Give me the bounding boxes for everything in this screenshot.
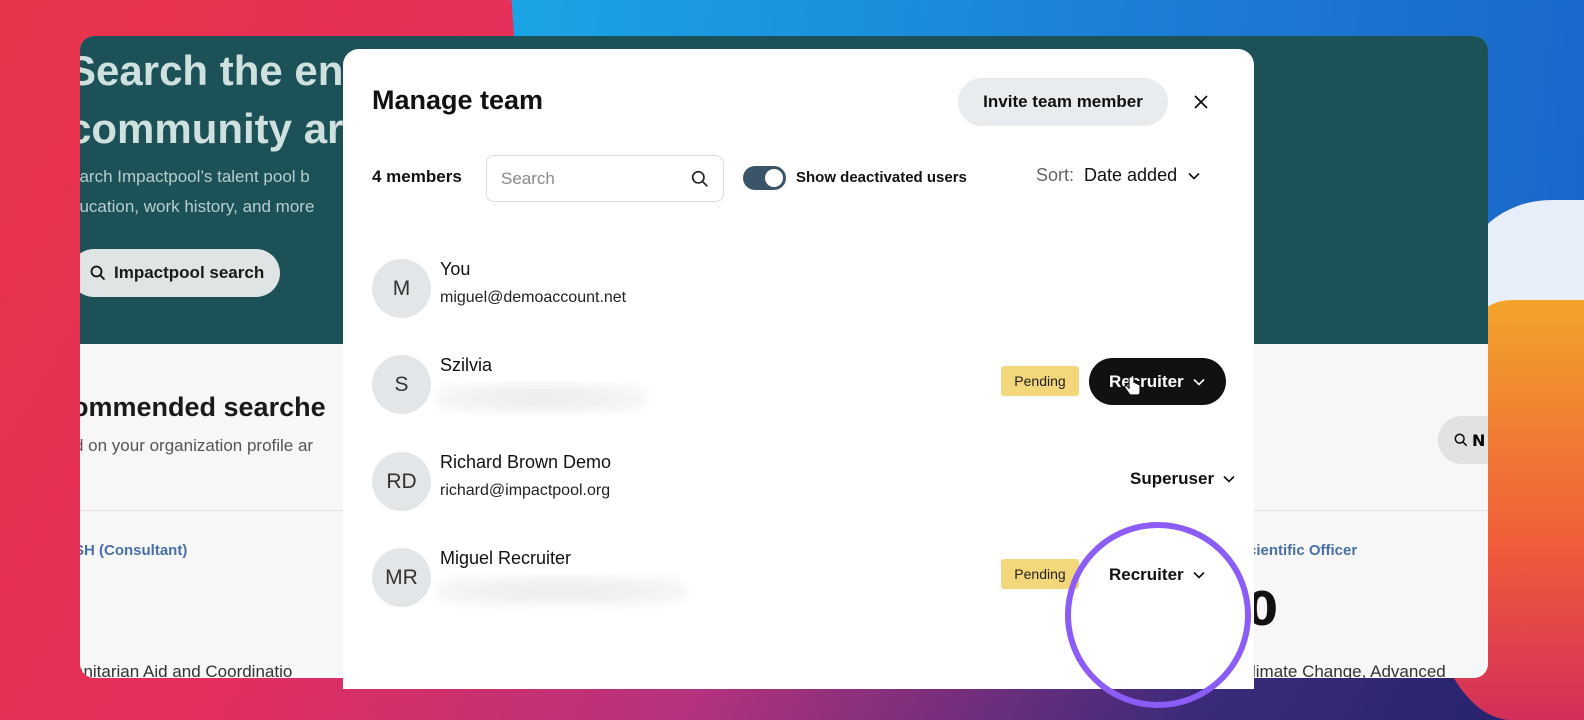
impactpool-search-label: Impactpool search bbox=[114, 263, 265, 282]
manage-team-modal: Manage team Invite team member 4 members… bbox=[343, 49, 1254, 689]
avatar: RD bbox=[372, 452, 431, 511]
role-label: Recruiter bbox=[1109, 564, 1184, 584]
avatar: M bbox=[372, 259, 431, 318]
member-email: miguel@demoaccount.net bbox=[440, 289, 627, 306]
hand-cursor-icon bbox=[1124, 375, 1141, 396]
invite-team-member-button[interactable]: Invite team member bbox=[958, 78, 1168, 126]
show-deactivated-label: Show deactivated users bbox=[796, 169, 967, 186]
chevron-down-icon bbox=[1223, 475, 1235, 483]
search-icon bbox=[1454, 433, 1468, 447]
role-label: Superuser bbox=[1130, 468, 1215, 488]
member-name: Richard Brown Demo bbox=[440, 452, 612, 472]
search-field[interactable] bbox=[486, 155, 724, 202]
show-deactivated-toggle[interactable] bbox=[743, 166, 786, 190]
toggle-knob bbox=[765, 169, 783, 187]
role-label: Recruiter bbox=[1109, 371, 1184, 391]
recommended-search-pill-label: N bbox=[1472, 430, 1486, 450]
sort-label: Sort: bbox=[1036, 165, 1075, 185]
avatar: S bbox=[372, 355, 431, 414]
sort-dropdown[interactable]: Sort: Date added bbox=[1036, 165, 1201, 186]
chevron-down-icon bbox=[1193, 378, 1205, 386]
search-icon bbox=[691, 170, 708, 187]
role-dropdown-button[interactable]: Recruiter bbox=[1089, 551, 1226, 598]
member-name: Miguel Recruiter bbox=[440, 548, 572, 568]
card-tag-left: SH (Consultant) bbox=[80, 542, 188, 559]
role-dropdown-button[interactable]: Recruiter bbox=[1089, 358, 1226, 405]
pending-badge: Pending bbox=[1001, 366, 1079, 396]
close-button[interactable] bbox=[1186, 87, 1216, 117]
blurred-email bbox=[436, 576, 686, 606]
modal-title: Manage team bbox=[372, 85, 544, 115]
recommended-searches-title: ommended searche bbox=[80, 392, 326, 422]
card-footer-left: anitarian Aid and Coordinatio bbox=[80, 662, 293, 678]
close-icon bbox=[1194, 95, 1208, 109]
role-dropdown-button[interactable]: Superuser bbox=[1110, 455, 1256, 502]
blurred-email bbox=[436, 383, 646, 413]
search-icon bbox=[90, 265, 106, 281]
members-count: 4 members bbox=[372, 167, 462, 186]
member-row: M You miguel@demoaccount.net bbox=[372, 259, 1228, 319]
card-tag-right: cientific Officer bbox=[1248, 542, 1358, 559]
chevron-down-icon bbox=[1193, 571, 1205, 579]
chevron-down-icon bbox=[1188, 172, 1200, 180]
member-row: MR Miguel Recruiter Pending Recruiter bbox=[372, 548, 1228, 608]
member-row: S Szilvia Pending Recruiter bbox=[372, 355, 1228, 415]
member-row: RD Richard Brown Demo richard@impactpool… bbox=[372, 452, 1235, 512]
recommended-searches-subtitle: d on your organization profile ar bbox=[80, 436, 314, 455]
member-name: You bbox=[440, 259, 471, 279]
pending-badge: Pending bbox=[1001, 559, 1079, 589]
member-email: richard@impactpool.org bbox=[440, 482, 611, 499]
search-input[interactable] bbox=[501, 168, 671, 189]
recommended-search-pill[interactable]: N bbox=[1438, 416, 1488, 464]
impactpool-search-button[interactable]: Impactpool search bbox=[80, 249, 280, 297]
card-footer-right: limate Change, Advanced bbox=[1252, 662, 1446, 678]
sort-value: Date added bbox=[1084, 165, 1178, 185]
member-name: Szilvia bbox=[440, 355, 493, 375]
avatar: MR bbox=[372, 548, 431, 607]
